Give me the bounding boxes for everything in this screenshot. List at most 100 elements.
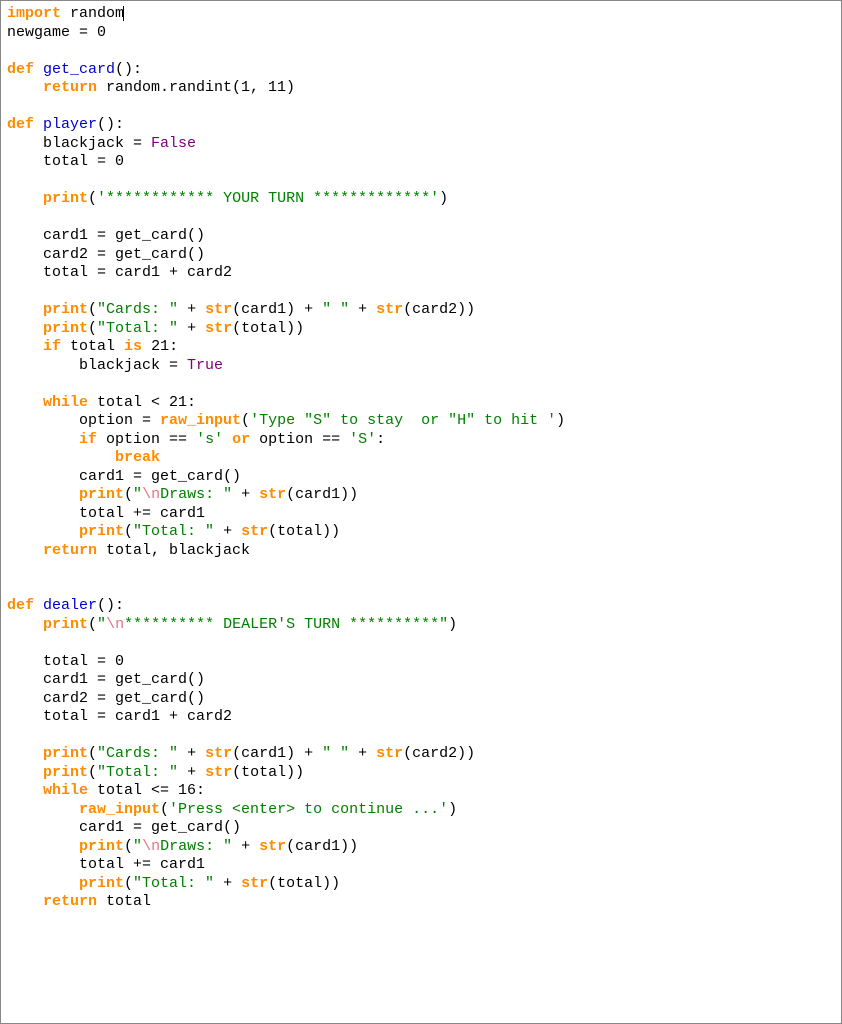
code-token: total = 0: [7, 653, 124, 670]
code-token: ): [448, 616, 457, 633]
code-line: [7, 283, 835, 302]
code-token: str: [241, 875, 268, 892]
code-token: +: [232, 486, 259, 503]
code-token: (: [88, 320, 97, 337]
code-token: newgame = 0: [7, 24, 106, 41]
code-line: def get_card():: [7, 61, 835, 80]
code-token: +: [178, 764, 205, 781]
code-token: (card2)): [403, 301, 475, 318]
code-token: str: [376, 301, 403, 318]
code-token: def: [7, 116, 43, 133]
code-token: (: [124, 838, 133, 855]
code-token: def: [7, 597, 43, 614]
code-line: [7, 98, 835, 117]
code-token: (: [241, 412, 250, 429]
code-line: print("Total: " + str(total)): [7, 523, 835, 542]
code-token: \n: [142, 486, 160, 503]
code-line: total += card1: [7, 856, 835, 875]
code-token: ():: [97, 116, 124, 133]
code-line: total = 0: [7, 153, 835, 172]
code-token: card2 = get_card(): [7, 246, 205, 263]
code-token: 'Press <enter> to continue ...': [169, 801, 448, 818]
code-line: raw_input('Press <enter> to continue ...…: [7, 801, 835, 820]
code-token: ():: [115, 61, 142, 78]
code-token: card2 = get_card(): [7, 690, 205, 707]
code-line: if total is 21:: [7, 338, 835, 357]
code-token: ): [448, 801, 457, 818]
code-line: [7, 560, 835, 579]
code-token: "Total: ": [97, 764, 178, 781]
code-token: ": [133, 486, 142, 503]
code-token: print: [43, 301, 88, 318]
code-line: total = card1 + card2: [7, 708, 835, 727]
code-token: total < 21:: [88, 394, 196, 411]
code-token: total = card1 + card2: [7, 708, 232, 725]
code-line: import random: [7, 5, 835, 24]
code-token: (card1) +: [232, 301, 322, 318]
code-token: return: [43, 79, 106, 96]
code-token: raw_input: [79, 801, 160, 818]
code-line: newgame = 0: [7, 24, 835, 43]
code-line: card1 = get_card(): [7, 819, 835, 838]
code-token: print: [79, 486, 124, 503]
code-token: or: [232, 431, 250, 448]
code-line: option = raw_input('Type "S" to stay or …: [7, 412, 835, 431]
code-token: (card1)): [286, 486, 358, 503]
code-line: return total, blackjack: [7, 542, 835, 561]
code-token: total, blackjack: [106, 542, 250, 559]
code-token: (total)): [268, 875, 340, 892]
code-line: if option == 's' or option == 'S':: [7, 431, 835, 450]
code-token: print: [43, 320, 88, 337]
code-token: get_card: [43, 61, 115, 78]
code-token: str: [241, 523, 268, 540]
code-token: [7, 320, 43, 337]
code-token: total = 0: [7, 153, 124, 170]
code-token: blackjack =: [7, 357, 187, 374]
code-token: print: [79, 838, 124, 855]
code-line: total = 0: [7, 653, 835, 672]
code-line: [7, 172, 835, 191]
code-token: total += card1: [7, 505, 205, 522]
code-token: '************ YOUR TURN *************': [97, 190, 439, 207]
code-editor[interactable]: import randomnewgame = 0 def get_card():…: [0, 0, 842, 1024]
code-line: card1 = get_card(): [7, 468, 835, 487]
code-token: option ==: [250, 431, 349, 448]
code-token: [7, 338, 43, 355]
code-token: str: [259, 838, 286, 855]
code-token: (card1) +: [232, 745, 322, 762]
code-token: total: [61, 338, 124, 355]
code-line: print("Total: " + str(total)): [7, 320, 835, 339]
code-token: if: [79, 431, 97, 448]
code-token: (: [88, 745, 97, 762]
code-token: +: [232, 838, 259, 855]
code-line: [7, 375, 835, 394]
code-token: total = card1 + card2: [7, 264, 232, 281]
code-line: card1 = get_card(): [7, 671, 835, 690]
code-token: while: [43, 782, 88, 799]
code-line: print("Cards: " + str(card1) + " " + str…: [7, 745, 835, 764]
code-line: break: [7, 449, 835, 468]
code-token: print: [43, 190, 88, 207]
code-token: random.randint(1, 11): [106, 79, 295, 96]
code-token: [7, 301, 43, 318]
code-token: str: [376, 745, 403, 762]
code-token: 'S': [349, 431, 376, 448]
code-token: True: [187, 357, 223, 374]
code-token: player: [43, 116, 97, 133]
code-line: print("\nDraws: " + str(card1)): [7, 486, 835, 505]
code-token: option ==: [97, 431, 196, 448]
code-line: total = card1 + card2: [7, 264, 835, 283]
code-token: :: [376, 431, 385, 448]
code-line: card2 = get_card(): [7, 690, 835, 709]
code-token: (: [88, 301, 97, 318]
code-token: [7, 782, 43, 799]
code-token: "Cards: ": [97, 301, 178, 318]
code-token: [7, 431, 79, 448]
code-token: (: [88, 616, 97, 633]
code-token: card1 = get_card(): [7, 671, 205, 688]
code-token: [7, 893, 43, 910]
code-line: [7, 727, 835, 746]
code-token: str: [259, 486, 286, 503]
code-token: total <= 16:: [88, 782, 205, 799]
text-caret: [123, 6, 124, 21]
